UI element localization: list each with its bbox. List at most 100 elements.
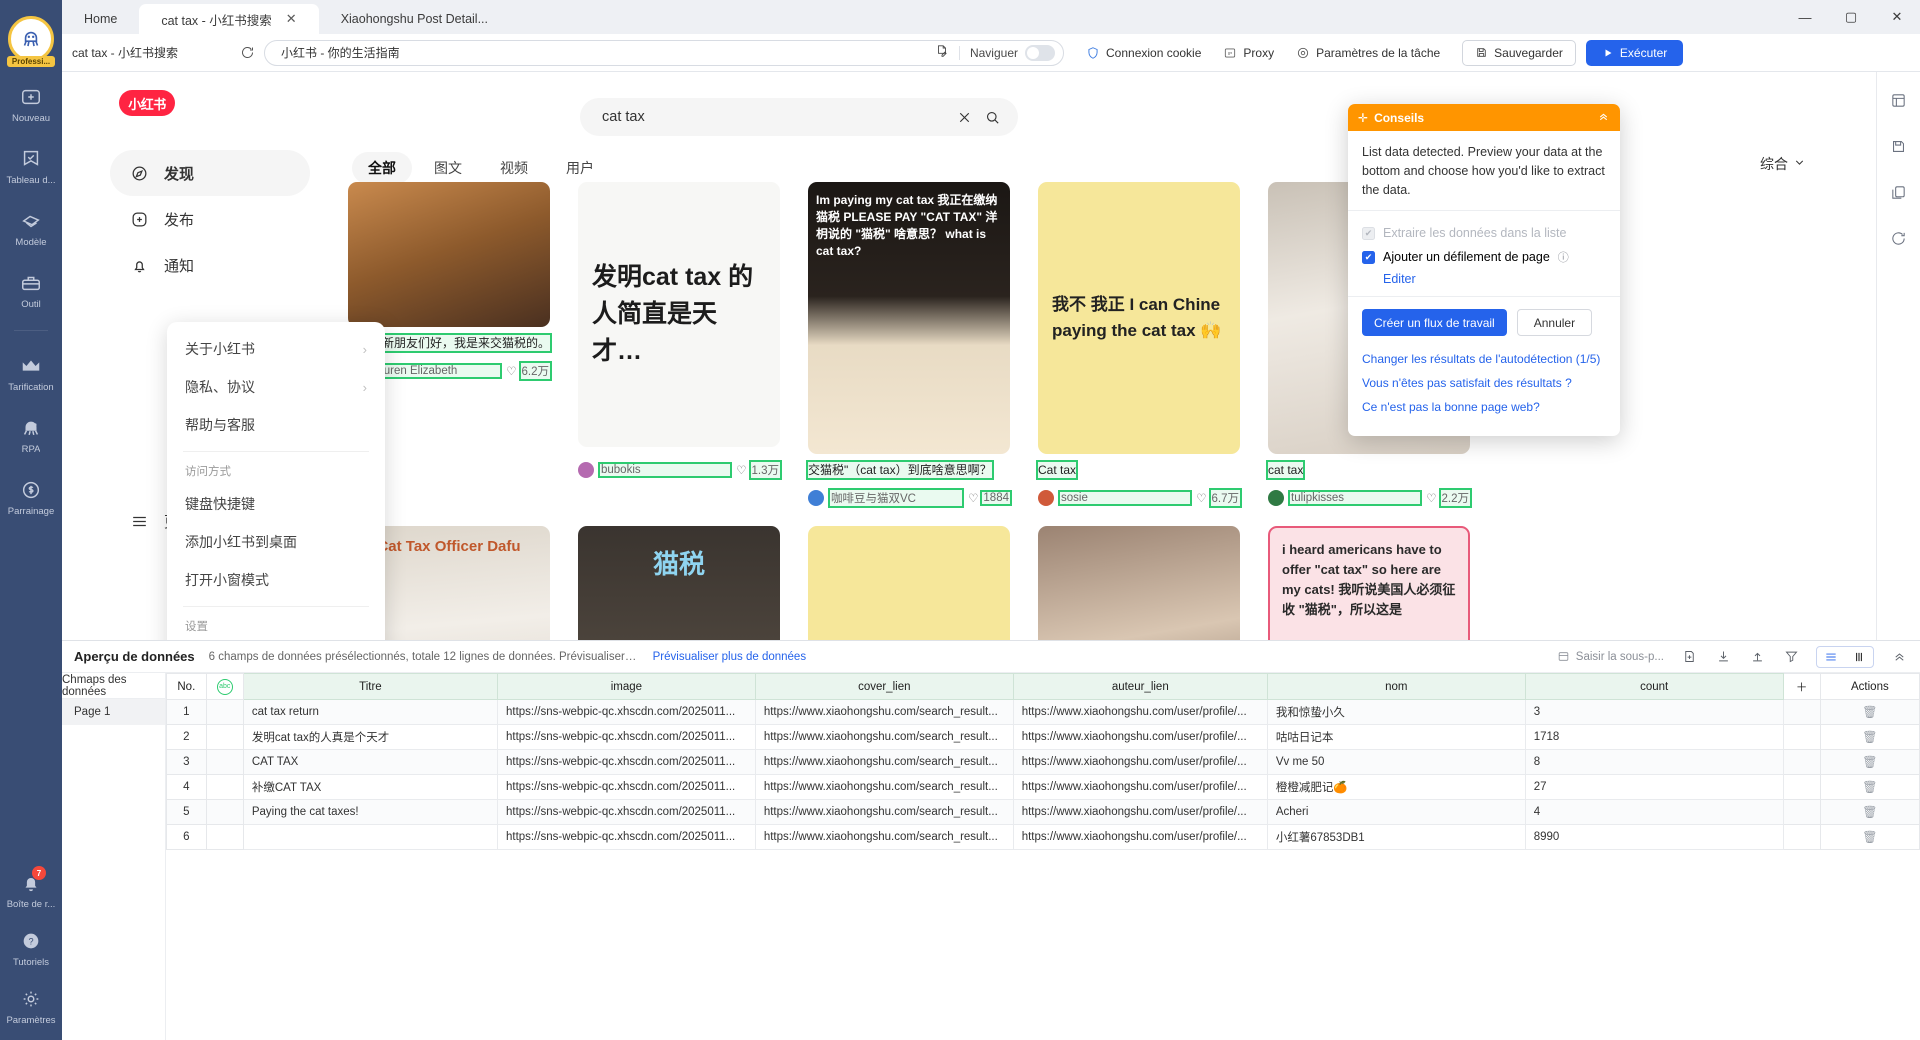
address-bar[interactable]: 小红书 - 你的生活指南 Naviguer xyxy=(264,39,1064,66)
edit-link[interactable]: Editer xyxy=(1383,272,1606,286)
trash-icon[interactable]: 🗑 xyxy=(1862,805,1877,819)
col-auteur-lien[interactable]: auteur_lien xyxy=(1012,673,1268,700)
tab-xiaohongshu-post-detail[interactable]: Xiaohongshu Post Detail... xyxy=(319,4,510,34)
task-settings-button[interactable]: Paramètres de la tâche xyxy=(1296,46,1440,60)
option-add-pagination[interactable]: ✔ Ajouter un défilement de page ⓘ xyxy=(1362,245,1606,269)
col-cover-lien[interactable]: cover_lien xyxy=(754,673,1014,700)
card-username[interactable]: 咖啡豆与猫双VC xyxy=(827,488,965,508)
create-workflow-button[interactable]: Créer un flux de travail xyxy=(1362,309,1507,336)
menu-item-mini-window[interactable]: 打开小窗模式 xyxy=(167,561,385,599)
row-actions[interactable]: 🗑 xyxy=(1819,824,1920,850)
col-nom[interactable]: nom xyxy=(1266,673,1526,700)
sidebar-item-inbox[interactable]: 7 Boîte de r... xyxy=(0,866,62,910)
sidebar-item-modele[interactable]: Modèle xyxy=(0,208,62,248)
reload-icon[interactable] xyxy=(234,40,260,66)
menu-item-add-to-desktop[interactable]: 添加小红书到桌面 xyxy=(167,523,385,561)
save-disk-icon[interactable] xyxy=(1885,132,1913,160)
chevron-double-up-icon[interactable] xyxy=(1597,110,1610,126)
row-actions[interactable]: 🗑 xyxy=(1819,749,1920,775)
xhs-nav-notify[interactable]: 通知 xyxy=(110,242,310,288)
download-icon[interactable] xyxy=(1714,648,1732,666)
refresh-cycle-icon[interactable] xyxy=(1885,224,1913,252)
tab-home[interactable]: Home xyxy=(62,4,139,34)
filter-icon[interactable] xyxy=(1782,648,1800,666)
card-thumbnail[interactable]: 我不 我正 I can Chine paying the cat tax 🙌 xyxy=(1038,182,1240,454)
trash-icon[interactable]: 🗑 xyxy=(1862,755,1877,769)
menu-item-about[interactable]: 关于小红书 › xyxy=(167,330,385,368)
card-thumbnail[interactable]: 大家好我是来自中国 应在的中国人贩说上 xyxy=(808,526,1010,640)
result-card[interactable] xyxy=(1038,526,1240,640)
result-card[interactable]: 大家好我是来自中国 应在的中国人贩说上 xyxy=(808,526,1010,640)
checkbox-add-pagination[interactable]: ✔ xyxy=(1362,250,1375,264)
table-row[interactable]: 4 补缴CAT TAX https://sns-webpic-qc.xhscdn… xyxy=(166,774,1920,800)
checkbox-extract-list[interactable]: ✔ xyxy=(1362,226,1375,240)
menu-item-shortcuts[interactable]: 键盘快捷键 xyxy=(167,485,385,523)
result-card[interactable]: i heard americans have to offer "cat tax… xyxy=(1268,526,1470,640)
trash-icon[interactable]: 🗑 xyxy=(1862,780,1877,794)
card-thumbnail[interactable]: 发明cat tax 的人简直是天才… xyxy=(578,182,780,447)
maximize-icon[interactable]: ▢ xyxy=(1828,0,1874,34)
list-panel-icon[interactable] xyxy=(1885,86,1913,114)
card-thumbnail[interactable]: Im paying my cat tax 我正在缴纳猫税 PLEASE PAY … xyxy=(808,182,1010,454)
sidebar-item-tutoriels[interactable]: ? Tutoriels xyxy=(0,928,62,968)
result-card[interactable]: Im paying my cat tax 我正在缴纳猫税 PLEASE PAY … xyxy=(806,182,1012,508)
card-likes[interactable]: ♡ 1.3万 xyxy=(736,460,782,480)
sidebar-item-tableau[interactable]: Tableau d... xyxy=(0,146,62,186)
col-count[interactable]: count xyxy=(1524,673,1784,700)
sidebar-item-parrainage[interactable]: Parrainage xyxy=(0,477,62,517)
xhs-search-box[interactable]: cat tax xyxy=(580,98,1018,136)
add-column-icon[interactable]: ＋ xyxy=(1782,673,1821,700)
row-actions[interactable]: 🗑 xyxy=(1819,799,1920,825)
card-likes[interactable]: ♡ 6.2万 xyxy=(506,361,552,381)
help-circle-icon[interactable]: ⓘ xyxy=(1558,249,1569,265)
cookie-login-button[interactable]: Connexion cookie xyxy=(1086,46,1201,60)
column-view-icon[interactable] xyxy=(1845,647,1873,667)
option-extract-list[interactable]: ✔ Extraire les données dans la liste xyxy=(1362,221,1606,245)
xhs-tab-video[interactable]: 视频 xyxy=(484,152,544,184)
proxy-button[interactable]: IP Proxy xyxy=(1223,46,1274,60)
close-window-icon[interactable]: ✕ xyxy=(1874,0,1920,34)
card-username[interactable]: bubokis xyxy=(597,462,733,478)
sub-page-input[interactable]: Saisir la sous-p... xyxy=(1557,650,1664,663)
card-likes[interactable]: ♡ 1884 xyxy=(968,490,1012,506)
navigate-toggle[interactable] xyxy=(1025,44,1055,61)
table-row[interactable]: 2 发明cat tax的人真是个天才 https://sns-webpic-qc… xyxy=(166,724,1920,750)
collapse-panel-icon[interactable] xyxy=(1890,648,1908,666)
xhs-sort-dropdown[interactable]: 综合 xyxy=(1760,154,1806,174)
run-button[interactable]: Exécuter xyxy=(1585,39,1684,66)
link-change-autodetection[interactable]: Changer les résultats de l'autodétection… xyxy=(1362,350,1606,368)
card-username[interactable]: Lauren Elizabeth xyxy=(367,363,503,379)
close-icon[interactable] xyxy=(950,103,978,131)
preview-more-link[interactable]: Prévisualiser plus de données xyxy=(653,651,806,663)
xhs-tab-user[interactable]: 用户 xyxy=(550,152,610,184)
sidebar-item-tarification[interactable]: Tarification xyxy=(0,353,62,393)
cancel-button[interactable]: Annuler xyxy=(1516,309,1593,336)
col-image[interactable]: image xyxy=(496,673,756,700)
trash-icon[interactable]: 🗑 xyxy=(1862,830,1877,844)
xhs-search-input[interactable]: cat tax xyxy=(602,109,950,125)
result-card[interactable]: 我不 我正 I can Chine paying the cat tax 🙌 C… xyxy=(1035,182,1242,508)
row-actions[interactable]: 🗑 xyxy=(1819,699,1920,725)
add-field-icon[interactable] xyxy=(1680,648,1698,666)
copy-page-icon[interactable] xyxy=(1885,178,1913,206)
menu-item-privacy[interactable]: 隐私、协议 › xyxy=(167,368,385,406)
trash-icon[interactable]: 🗑 xyxy=(1862,730,1877,744)
table-row[interactable]: 3 CAT TAX https://sns-webpic-qc.xhscdn.c… xyxy=(166,749,1920,775)
row-actions[interactable]: 🗑 xyxy=(1819,774,1920,800)
row-actions[interactable]: 🗑 xyxy=(1819,724,1920,750)
link-wrong-page[interactable]: Ce n'est pas la bonne page web? xyxy=(1362,398,1606,416)
sidebar-item-rpa[interactable]: RPA xyxy=(0,415,62,455)
sidebar-item-parametres[interactable]: Paramètres xyxy=(0,986,62,1026)
profile-avatar[interactable]: Professi... xyxy=(7,16,55,67)
minimize-icon[interactable]: — xyxy=(1782,0,1828,34)
sidebar-item-outil[interactable]: Outil xyxy=(0,270,62,310)
save-button[interactable]: Sauvegarder xyxy=(1462,39,1576,66)
card-thumbnail[interactable] xyxy=(348,182,550,327)
card-thumbnail[interactable]: i heard americans have to offer "cat tax… xyxy=(1268,526,1470,640)
card-likes[interactable]: ♡ 6.7万 xyxy=(1196,488,1242,508)
sidebar-item-nouveau[interactable]: Nouveau xyxy=(0,84,62,124)
upload-icon[interactable] xyxy=(1748,648,1766,666)
menu-item-help[interactable]: 帮助与客服 xyxy=(167,406,385,444)
table-row[interactable]: 6 https://sns-webpic-qc.xhscdn.com/20250… xyxy=(166,824,1920,850)
page-edit-icon[interactable] xyxy=(935,44,949,61)
